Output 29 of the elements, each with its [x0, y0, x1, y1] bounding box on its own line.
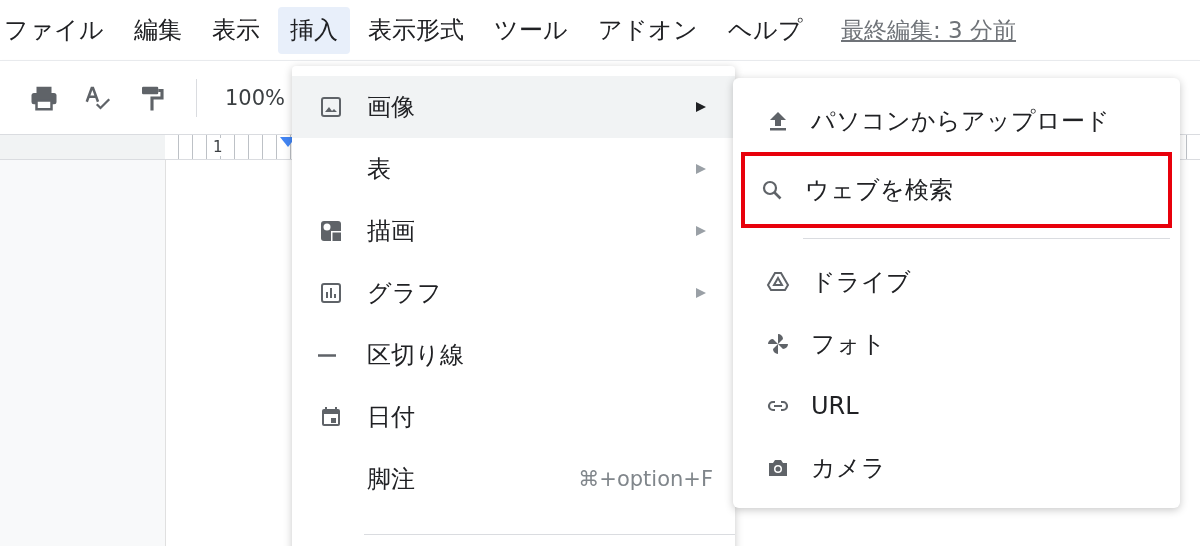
menu-option[interactable]: URL — [743, 375, 1170, 437]
menu-option[interactable]: パソコンからアップロード — [743, 90, 1170, 152]
menu-option[interactable]: カメラ — [743, 437, 1170, 499]
shapes-icon — [318, 218, 344, 244]
menu-item[interactable]: 表示形式 — [356, 6, 476, 54]
zoom-select[interactable]: 100% — [225, 85, 286, 110]
menu-item[interactable]: ツール — [482, 6, 580, 54]
menu-option[interactable]: フォト — [743, 313, 1170, 375]
menu-option[interactable]: ドライブ — [743, 251, 1170, 313]
menu-item[interactable]: ヘルプ — [716, 6, 815, 54]
menu-option[interactable]: 画像 — [292, 76, 735, 138]
menu-option[interactable]: ウェブを検索 — [741, 152, 1172, 228]
menu-option[interactable]: 区切り線 — [292, 324, 735, 386]
menu-item[interactable]: アドオン — [586, 6, 710, 54]
line-icon — [318, 353, 336, 357]
chart-icon — [318, 280, 344, 306]
menu-option[interactable]: 描画 — [292, 200, 735, 262]
last-edit-link[interactable]: 最終編集: 3 分前 — [841, 14, 1016, 46]
menu-item[interactable]: ファイル — [0, 6, 116, 54]
menu-option[interactable]: 表 — [292, 138, 735, 200]
shortcut-text: ⌘+option+F — [578, 467, 713, 491]
menu-item[interactable]: 表示 — [200, 6, 272, 54]
image-icon — [318, 94, 344, 120]
menu-option[interactable]: 日付 — [292, 386, 735, 448]
pinwheel-icon — [765, 331, 791, 357]
menu-item[interactable]: 挿入 — [278, 6, 350, 54]
menu-item[interactable]: 編集 — [122, 6, 194, 54]
menu-option[interactable]: グラフ — [292, 262, 735, 324]
menu-option[interactable]: 脚注 ⌘+option+F — [292, 448, 735, 510]
